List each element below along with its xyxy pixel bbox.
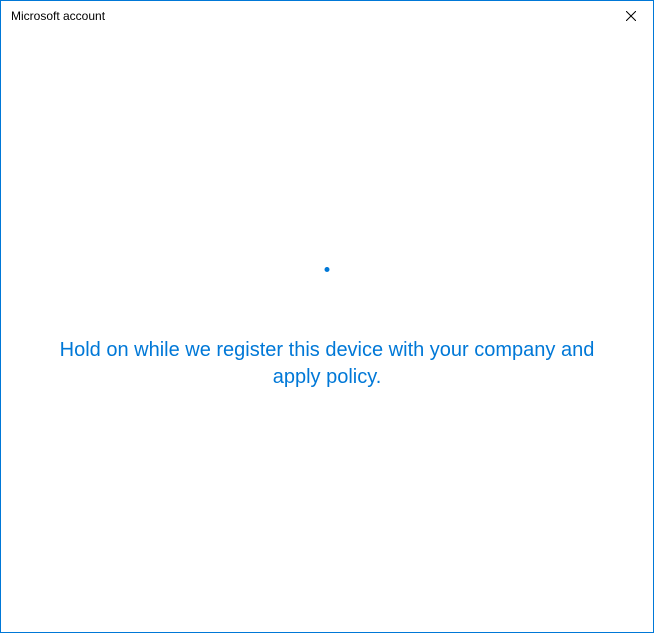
window-title: Microsoft account [11,9,105,23]
close-icon [626,11,636,21]
spinner-dot-icon [325,267,330,272]
titlebar: Microsoft account [1,1,653,31]
status-message: Hold on while we register this device wi… [27,337,627,391]
close-button[interactable] [608,1,653,31]
dialog-window: Microsoft account Hold on while we regis… [0,0,654,633]
dialog-content: Hold on while we register this device wi… [1,31,653,632]
loading-spinner [307,267,347,307]
